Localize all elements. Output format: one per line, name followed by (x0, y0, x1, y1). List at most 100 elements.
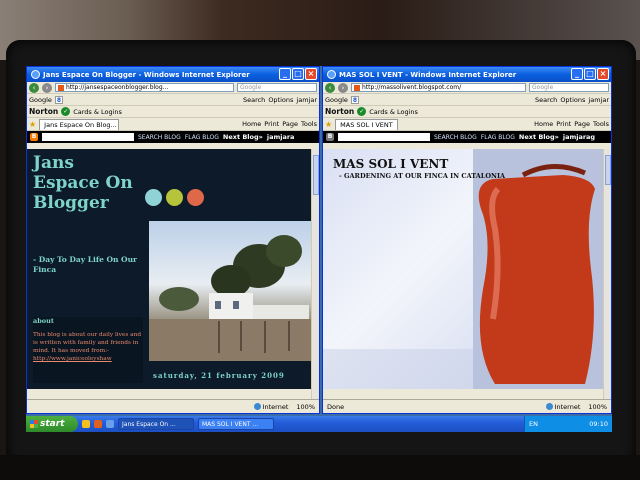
close-button[interactable]: × (305, 68, 317, 80)
toolbar-options-button[interactable]: Options (268, 96, 293, 104)
quicklaunch-ie-icon[interactable] (82, 420, 90, 428)
blog-title[interactable]: Jans Espace On Blogger (33, 153, 133, 213)
left-address-row: ‹ › http://jansespaceonblogger.blog... G… (27, 82, 319, 94)
red-pot-photo (323, 149, 605, 389)
flag-blog-link[interactable]: FLAG BLOG (481, 134, 515, 141)
right-zoom-level[interactable]: 100% (588, 403, 607, 411)
blogger-user[interactable]: jamjara (267, 133, 295, 141)
print-button[interactable]: Print (556, 120, 571, 128)
start-button[interactable]: start (26, 416, 78, 432)
search-blog-link[interactable]: SEARCH BLOG (434, 134, 477, 141)
flag-blog-link[interactable]: FLAG BLOG (185, 134, 219, 141)
right-tab[interactable]: MAS SOL I VENT (335, 118, 398, 130)
forward-icon[interactable]: › (42, 82, 52, 93)
dot-coral (187, 189, 204, 206)
blogger-icon[interactable]: B (326, 133, 334, 141)
norton-check-icon[interactable]: ✓ (357, 107, 367, 116)
left-google-toolbar: Google 8 Search Options jamjar (27, 94, 319, 106)
toolbar-user[interactable]: jamjar (296, 96, 317, 104)
about-link[interactable]: http://www.janiceoleyshaw (33, 355, 143, 363)
favorites-star-icon[interactable]: ★ (325, 120, 332, 129)
blogger-icon[interactable]: B (30, 133, 38, 141)
right-window-title: MAS SOL I VENT - Windows Internet Explor… (339, 70, 517, 79)
tools-menu[interactable]: Tools (593, 120, 609, 128)
print-button[interactable]: Print (264, 120, 279, 128)
blogger-search-input[interactable] (42, 133, 134, 141)
taskbar-item-jans-espace[interactable]: Jans Espace On ... (118, 418, 194, 430)
left-blogger-navbar: B SEARCH BLOG FLAG BLOG Next Blog» jamja… (27, 131, 319, 143)
decorative-dots (145, 189, 204, 206)
left-address-bar[interactable]: http://jansespaceonblogger.blog... (55, 83, 234, 92)
back-icon[interactable]: ‹ (325, 82, 335, 93)
norton-label[interactable]: Norton (325, 107, 354, 116)
cards-logins-button[interactable]: Cards & Logins (73, 108, 122, 116)
close-button[interactable]: × (597, 68, 609, 80)
right-address-bar[interactable]: http://massolivent.blogspot.com/ (351, 83, 526, 92)
language-indicator[interactable]: EN (529, 420, 538, 428)
about-heading: about (33, 317, 54, 325)
right-google-toolbar: Google 8 Search Options jamjar (323, 94, 611, 106)
toolbar-search-button[interactable]: Search (535, 96, 557, 104)
left-scrollbar[interactable] (311, 149, 319, 401)
forward-icon[interactable]: › (338, 82, 348, 93)
left-status-bar: Internet 100% (27, 399, 319, 413)
blogger-search-input[interactable] (338, 133, 430, 141)
left-window-controls: _ □ × (279, 68, 317, 80)
finca-photo-illustration (149, 235, 311, 361)
blog-subtitle: - Day To Day Life On Our Finca (33, 255, 137, 274)
blogger-user[interactable]: jamjarag (563, 133, 595, 141)
back-icon[interactable]: ‹ (29, 82, 39, 93)
left-browser-window: Jans Espace On Blogger - Windows Interne… (26, 66, 320, 414)
left-scroll-thumb[interactable] (313, 155, 319, 195)
toolbar-search-button[interactable]: Search (243, 96, 265, 104)
quicklaunch-desktop-icon[interactable] (106, 420, 114, 428)
maximize-button[interactable]: □ (292, 68, 304, 80)
desk (0, 455, 640, 480)
taskbar-item-mas-sol-i-vent[interactable]: MAS SOL I VENT ... (198, 418, 274, 430)
left-title-bar[interactable]: Jans Espace On Blogger - Windows Interne… (27, 67, 319, 82)
right-zone-label: Internet (545, 403, 580, 411)
norton-label[interactable]: Norton (29, 107, 58, 116)
status-done: Done (327, 402, 345, 411)
toolbar-options-button[interactable]: Options (560, 96, 585, 104)
right-scroll-thumb[interactable] (605, 155, 611, 185)
cards-logins-button[interactable]: Cards & Logins (369, 108, 418, 116)
right-address-row: ‹ › http://massolivent.blogspot.com/ Goo… (323, 82, 611, 94)
globe-icon (253, 403, 261, 410)
desktop-screen: Jans Espace On Blogger - Windows Interne… (26, 66, 612, 432)
next-blog-link[interactable]: Next Blog» (519, 133, 559, 141)
right-status-bar: Done Internet 100% (323, 399, 611, 413)
left-window-title: Jans Espace On Blogger - Windows Interne… (43, 70, 250, 79)
maximize-button[interactable]: □ (584, 68, 596, 80)
home-button[interactable]: Home (534, 120, 553, 128)
home-button[interactable]: Home (242, 120, 261, 128)
system-tray: EN 09:10 (524, 416, 612, 432)
right-title-bar[interactable]: MAS SOL I VENT - Windows Internet Explor… (323, 67, 611, 82)
right-blogger-navbar: B SEARCH BLOG FLAG BLOG Next Blog» jamja… (323, 131, 611, 143)
left-search-box[interactable]: Google (237, 83, 317, 92)
toolbar-user[interactable]: jamjar (588, 96, 609, 104)
page-menu[interactable]: Page (282, 120, 298, 128)
ie-icon (327, 70, 336, 79)
minimize-button[interactable]: _ (571, 68, 583, 80)
right-scrollbar[interactable] (603, 149, 611, 401)
norton-check-icon[interactable]: ✓ (61, 107, 71, 116)
google-toolbar-label: Google (325, 95, 348, 104)
tools-menu[interactable]: Tools (301, 120, 317, 128)
finca-photo (149, 221, 311, 361)
favorites-star-icon[interactable]: ★ (29, 120, 36, 129)
quicklaunch-media-icon[interactable] (94, 420, 102, 428)
google-icon[interactable]: 8 (350, 95, 359, 104)
search-blog-link[interactable]: SEARCH BLOG (138, 134, 181, 141)
right-tab-row: ★ MAS SOL I VENT Home Print Page Tools (323, 118, 611, 131)
tray-clock[interactable]: 09:10 (589, 420, 608, 428)
left-zoom-level[interactable]: 100% (296, 403, 315, 411)
google-icon[interactable]: 8 (54, 95, 63, 104)
blog-title[interactable]: MAS SOL I VENT (333, 157, 448, 171)
globe-icon (545, 403, 553, 410)
left-tab[interactable]: Jans Espace On Blog... (39, 118, 120, 130)
minimize-button[interactable]: _ (279, 68, 291, 80)
right-search-box[interactable]: Google (529, 83, 609, 92)
page-menu[interactable]: Page (574, 120, 590, 128)
next-blog-link[interactable]: Next Blog» (223, 133, 263, 141)
